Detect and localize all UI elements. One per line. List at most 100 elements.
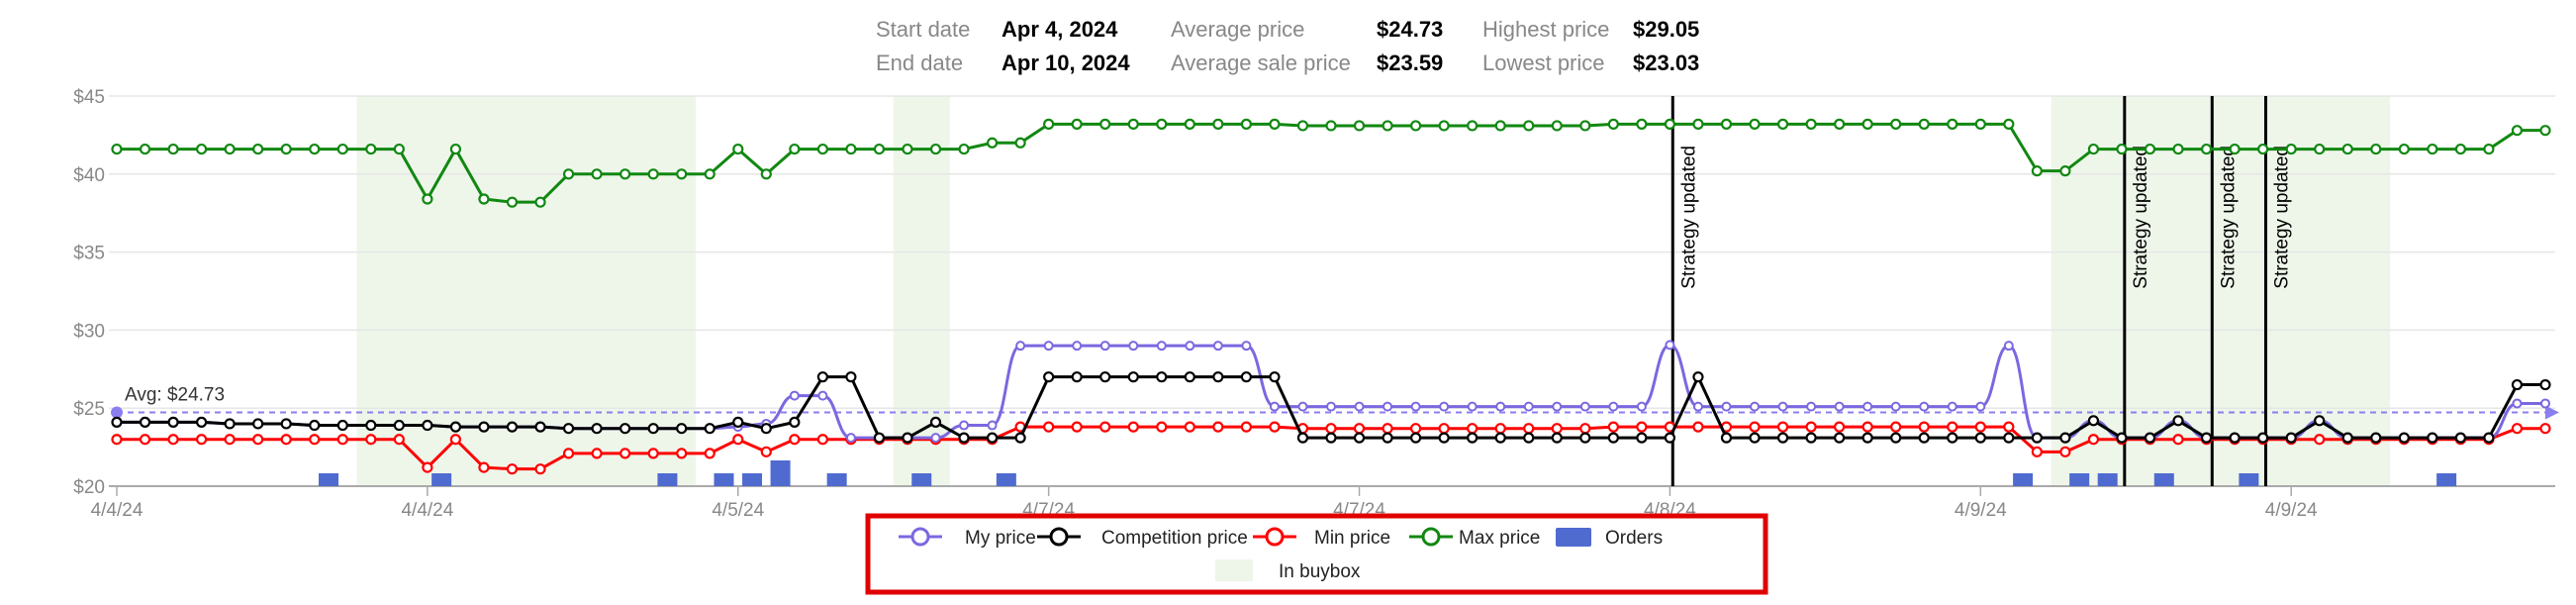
legend-marker-buybox — [1215, 559, 1253, 581]
series-point-max_price — [902, 143, 913, 155]
series-point-competition — [280, 418, 292, 430]
series-point-competition — [1240, 371, 1252, 383]
series-point-competition — [1099, 371, 1111, 383]
series-point-min_price — [1382, 423, 1393, 435]
series-point-min_price — [196, 434, 208, 446]
series-point-max_price — [449, 143, 462, 155]
series-point-competition — [336, 419, 348, 432]
series-point-competition — [1692, 371, 1704, 383]
average-label: Avg: $24.73 — [125, 384, 225, 405]
series-point-competition — [2398, 432, 2410, 444]
legend-label-orders: Orders — [1605, 528, 1663, 549]
series-point-competition — [562, 423, 575, 435]
series-point-min_price — [1861, 421, 1873, 433]
series-point-competition — [224, 418, 236, 430]
series-point-max_price — [986, 137, 999, 149]
series-point-max_price — [929, 143, 942, 155]
series-point-my_price — [1354, 401, 1365, 412]
series-point-min_price — [2059, 446, 2071, 457]
series-point-my_price — [930, 433, 941, 444]
order-bar — [770, 460, 791, 486]
series-point-max_price — [2031, 165, 2043, 177]
series-point-my_price — [1552, 401, 1563, 412]
series-point-max_price — [1890, 118, 1902, 130]
series-point-my_price — [1383, 401, 1393, 412]
series-point-competition — [1014, 432, 1026, 444]
y-tick-label: $25 — [73, 399, 105, 420]
series-point-competition — [1749, 432, 1761, 444]
series-point-competition — [2427, 432, 2438, 444]
series-point-competition — [591, 423, 603, 435]
series-point-competition — [1918, 432, 1930, 444]
summary-panel: Start date Apr 4, 2024 End date Apr 10, … — [876, 17, 1699, 75]
series-point-max_price — [393, 143, 405, 155]
series-point-min_price — [1776, 421, 1789, 433]
series-point-max_price — [873, 143, 886, 155]
series-point-min_price — [1127, 421, 1139, 433]
series-point-max_price — [167, 143, 179, 155]
series-point-max_price — [2087, 143, 2100, 155]
series-point-competition — [1720, 432, 1733, 444]
order-bar — [996, 473, 1016, 486]
legend-marker-orders — [1556, 528, 1591, 547]
series-point-my_price — [1185, 341, 1195, 352]
series-point-my_price — [817, 390, 828, 401]
series-point-my_price — [1806, 401, 1817, 412]
series-point-max_price — [336, 143, 348, 155]
series-point-competition — [111, 416, 123, 428]
series-point-min_price — [1099, 421, 1111, 433]
series-point-max_price — [478, 193, 490, 205]
series-point-max_price — [2003, 118, 2015, 130]
series-point-min_price — [309, 434, 321, 446]
series-point-competition — [1805, 432, 1817, 444]
series-point-competition — [845, 371, 857, 383]
series-point-max_price — [2370, 143, 2382, 155]
highest-price-value: $29.05 — [1633, 17, 1699, 42]
series-point-max_price — [958, 143, 970, 155]
series-point-max_price — [1607, 118, 1619, 130]
series-point-competition — [1296, 432, 1309, 444]
series-point-max_price — [647, 168, 659, 180]
series-point-my_price — [1834, 401, 1845, 412]
series-point-my_price — [845, 433, 856, 444]
series-point-max_price — [2257, 143, 2269, 155]
series-point-min_price — [139, 434, 151, 446]
series-point-min_price — [732, 434, 744, 446]
legend-marker-competition — [1049, 527, 1069, 547]
series-point-my_price — [1410, 401, 1421, 412]
series-point-competition — [2370, 432, 2382, 444]
series-point-min_price — [562, 448, 575, 459]
series-point-competition — [1212, 371, 1224, 383]
average-marker — [111, 406, 123, 419]
series-point-max_price — [1636, 118, 1648, 130]
series-point-min_price — [789, 434, 801, 446]
series-point-competition — [2172, 415, 2184, 427]
series-point-my_price — [1297, 401, 1308, 412]
series-point-min_price — [1749, 421, 1761, 433]
series-point-competition — [1834, 432, 1846, 444]
series-point-competition — [139, 416, 151, 428]
legend-label-competition: Competition price — [1101, 528, 1248, 549]
series-point-competition — [2511, 378, 2524, 391]
order-bar — [826, 473, 847, 486]
series-point-max_price — [1212, 118, 1224, 130]
series-point-max_price — [2539, 125, 2551, 137]
series-point-my_price — [1721, 401, 1732, 412]
x-tick-label: 4/4/24 — [401, 500, 453, 521]
series-point-competition — [2087, 415, 2100, 427]
series-point-max_price — [2314, 143, 2326, 155]
series-point-my_price — [1523, 401, 1534, 412]
series-point-max_price — [1353, 120, 1366, 132]
series-point-max_price — [224, 143, 236, 155]
series-point-min_price — [1212, 421, 1224, 433]
series-point-max_price — [534, 196, 546, 208]
strategy-label: Strategy updated — [2218, 146, 2239, 289]
series-point-min_price — [167, 434, 179, 446]
series-point-competition — [620, 423, 631, 435]
series-point-min_price — [422, 461, 433, 473]
series-point-max_price — [252, 143, 264, 155]
series-point-max_price — [1861, 118, 1873, 130]
series-point-max_price — [562, 168, 575, 180]
series-point-max_price — [704, 168, 716, 180]
series-point-competition — [196, 416, 208, 428]
